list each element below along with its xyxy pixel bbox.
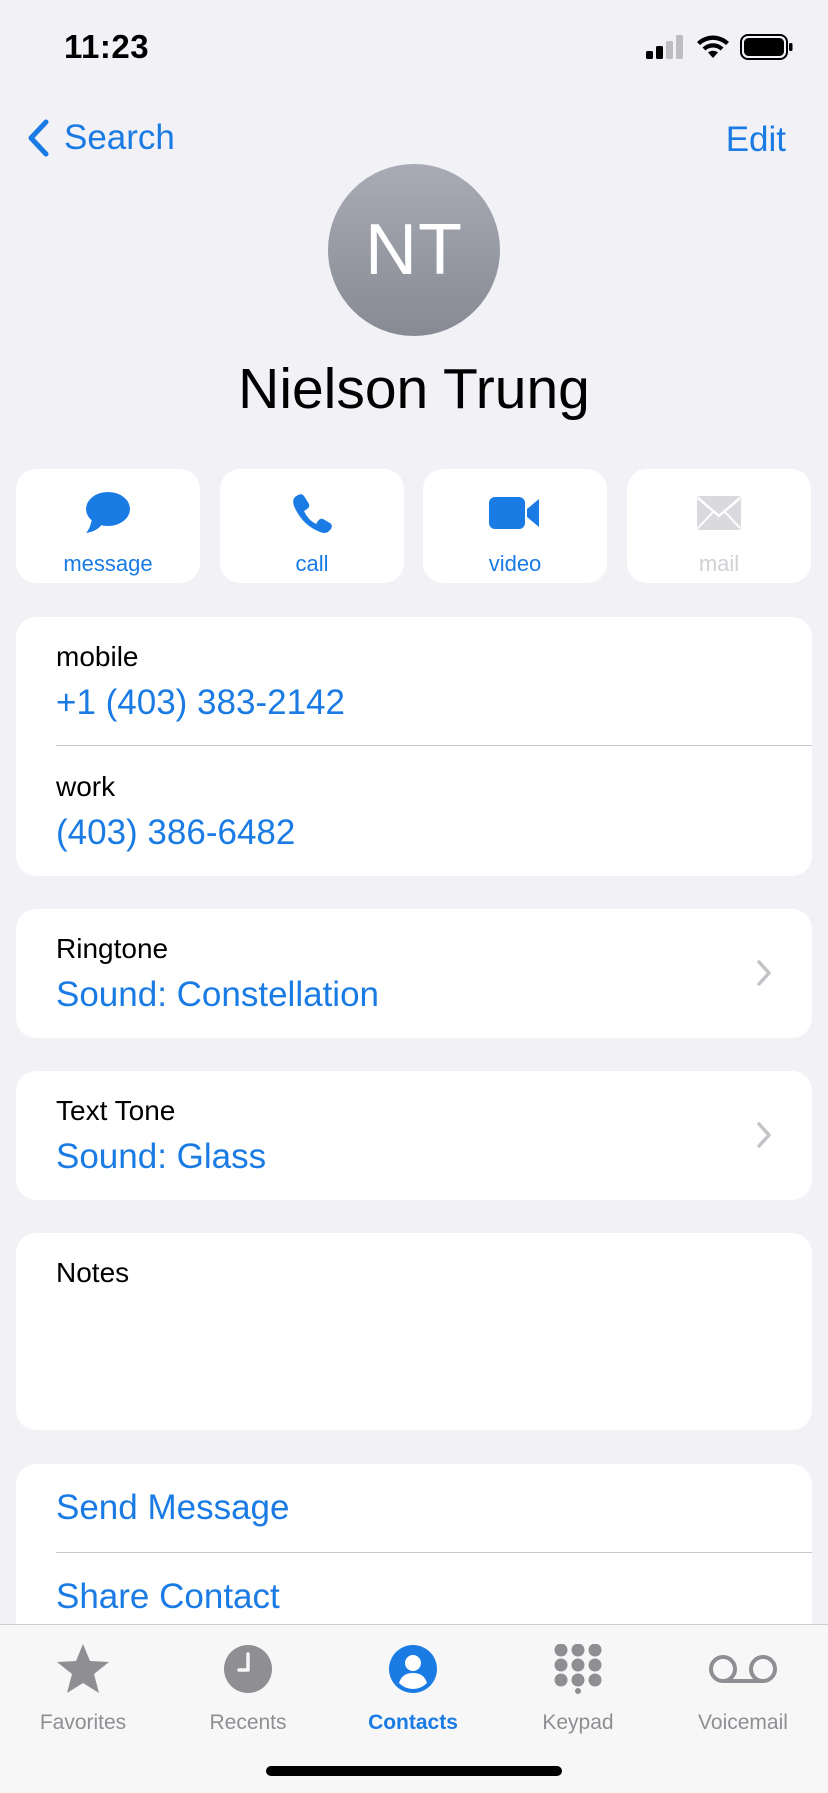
mobile-label: mobile <box>56 641 139 672</box>
tab-keypad[interactable]: Keypad <box>495 1639 661 1735</box>
tab-recents[interactable]: Recents <box>165 1639 331 1735</box>
phone-numbers-card: mobile +1 (403) 383-2142 work (403) 386-… <box>16 617 812 876</box>
ringtone-value: Sound: Constellation <box>56 975 379 1014</box>
back-button[interactable]: Search <box>26 118 175 158</box>
status-icons <box>646 34 794 60</box>
tab-voicemail[interactable]: Voicemail <box>660 1639 826 1735</box>
contact-name: Nielson Trung <box>238 357 590 421</box>
status-time: 11:23 <box>64 28 150 65</box>
divider <box>56 745 812 746</box>
star-icon <box>57 1644 109 1693</box>
mail-action-label: mail <box>698 551 740 576</box>
phone-icon <box>293 494 332 533</box>
message-action-label: message <box>63 551 153 576</box>
work-label: work <box>56 771 116 802</box>
send-message-link[interactable]: Send Message <box>56 1488 289 1528</box>
work-number[interactable]: (403) 386-6482 <box>56 813 295 853</box>
back-button-label: Search <box>64 118 175 157</box>
chevron-right-icon <box>757 960 771 986</box>
tab-keypad-label: Keypad <box>542 1711 614 1734</box>
keypad-icon <box>554 1644 602 1694</box>
call-action-label: call <box>295 551 329 576</box>
tab-voicemail-label: Voicemail <box>698 1711 788 1734</box>
clock-icon <box>224 1645 272 1693</box>
text-tone-row[interactable]: Text Tone Sound: Glass <box>16 1071 812 1200</box>
text-tone-value: Sound: Glass <box>56 1137 267 1176</box>
tab-contacts-label: Contacts <box>368 1711 458 1734</box>
chevron-right-icon <box>757 1122 771 1148</box>
message-action-button[interactable]: message <box>16 469 200 583</box>
voicemail-icon <box>709 1655 777 1683</box>
call-action-button[interactable]: call <box>220 469 404 583</box>
person-icon <box>389 1645 437 1693</box>
tab-contacts[interactable]: Contacts <box>330 1639 496 1735</box>
video-icon <box>489 497 539 529</box>
notes-field[interactable]: Notes <box>16 1233 812 1430</box>
home-indicator <box>266 1766 562 1776</box>
tab-recents-label: Recents <box>209 1711 287 1734</box>
avatar-initials: NT <box>365 210 463 290</box>
chevron-left-icon <box>28 119 49 157</box>
text-tone-label: Text Tone <box>56 1095 176 1126</box>
mobile-number[interactable]: +1 (403) 383-2142 <box>56 683 345 723</box>
share-contact-link[interactable]: Share Contact <box>56 1577 280 1617</box>
cellular-signal-icon <box>646 35 683 59</box>
wifi-icon <box>697 35 729 58</box>
tab-favorites-label: Favorites <box>39 1711 127 1734</box>
battery-icon <box>740 34 793 60</box>
tab-favorites[interactable]: Favorites <box>0 1639 166 1735</box>
ringtone-label: Ringtone <box>56 933 169 964</box>
edit-button[interactable]: Edit <box>726 120 786 160</box>
divider <box>56 1552 812 1553</box>
message-icon <box>86 492 130 533</box>
avatar: NT <box>328 164 500 336</box>
video-action-button[interactable]: video <box>423 469 607 583</box>
video-action-label: video <box>488 551 542 576</box>
mail-icon <box>697 496 741 530</box>
notes-label: Notes <box>56 1257 130 1288</box>
mail-action-button[interactable]: mail <box>627 469 811 583</box>
ringtone-row[interactable]: Ringtone Sound: Constellation <box>16 909 812 1038</box>
